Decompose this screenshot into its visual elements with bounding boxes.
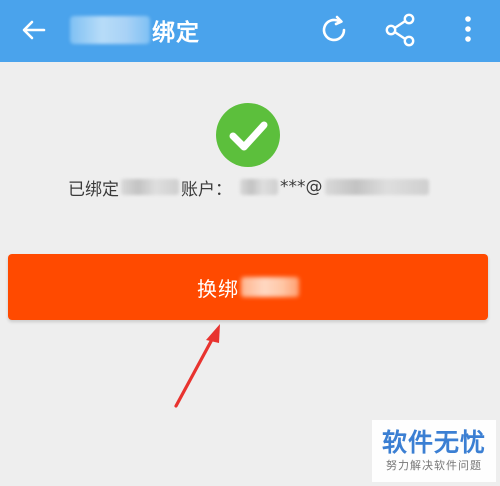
share-icon[interactable] [383, 12, 417, 48]
bound-prefix: 已绑定 [68, 179, 119, 200]
rebind-button[interactable]: 换绑 [8, 254, 488, 320]
watermark-logo: 软件无忧 努力解决软件问题 [372, 420, 496, 482]
account-label: 账户： [181, 179, 232, 200]
watermark-sub-text: 努力解决软件问题 [386, 459, 482, 472]
page-title: 绑定 [152, 20, 200, 46]
check-circle-icon [216, 103, 280, 167]
top-app-bar: 绑定 [0, 0, 500, 62]
redacted-text [240, 179, 278, 195]
redacted-title-part [70, 16, 150, 44]
page-title-wrap: 绑定 [70, 14, 200, 46]
rebind-button-label: 换绑 [197, 276, 239, 301]
account-masked: ***@ [280, 177, 323, 197]
redacted-text [121, 179, 179, 195]
redacted-text [324, 179, 429, 195]
red-arrow-icon [174, 324, 220, 408]
redacted-text [241, 277, 299, 297]
bound-account-line: 已绑定 账户： ***@ [68, 174, 429, 200]
arrow-left-icon[interactable] [18, 14, 50, 46]
refresh-icon[interactable] [317, 13, 351, 47]
watermark-main-text: 软件无忧 [381, 428, 486, 457]
more-vertical-icon[interactable] [458, 12, 478, 48]
